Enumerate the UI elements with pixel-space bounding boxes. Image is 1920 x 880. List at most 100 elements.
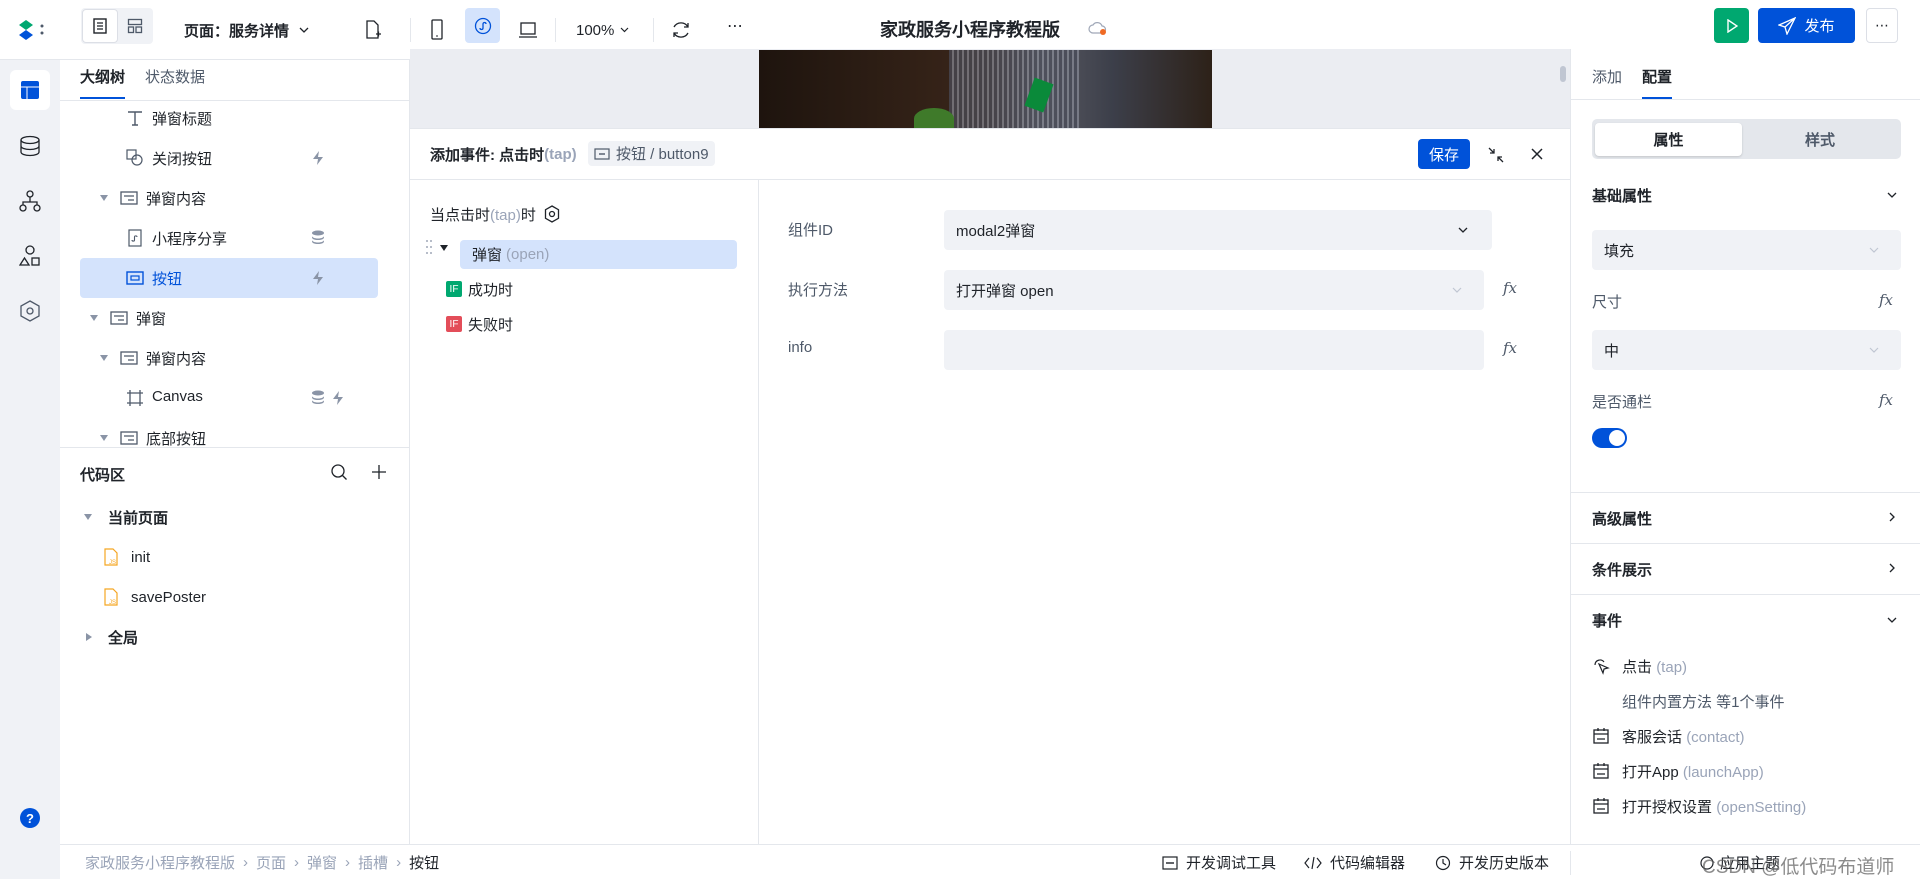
fill-type-select[interactable]: 填充: [1592, 230, 1901, 270]
tree-node[interactable]: 弹窗内容: [80, 338, 378, 378]
code-group-current-page[interactable]: 当前页面: [84, 497, 168, 537]
fx-button[interactable]: fx: [1503, 279, 1517, 297]
rail-components-button[interactable]: [19, 245, 41, 267]
event-title-suffix: (tap): [544, 145, 577, 163]
code-editor-tool[interactable]: 代码编辑器: [1304, 845, 1405, 880]
tree-node[interactable]: 弹窗内容: [80, 178, 378, 218]
fx-button[interactable]: fx: [1879, 391, 1893, 409]
breadcrumb-item[interactable]: 家政服务小程序教程版: [85, 852, 235, 873]
conditional-display-title[interactable]: 条件展示: [1592, 559, 1652, 580]
version-history-tool[interactable]: 开发历史版本: [1435, 845, 1549, 880]
fx-button[interactable]: fx: [1503, 339, 1517, 357]
breadcrumb-item[interactable]: 弹窗: [307, 852, 337, 873]
event-item[interactable]: 客服会话 (contact): [1592, 725, 1745, 747]
share-icon: [128, 229, 142, 247]
layout-view-button[interactable]: [118, 9, 152, 43]
more-tools-button[interactable]: ⋯: [727, 16, 743, 36]
segment-style[interactable]: 样式: [1742, 123, 1898, 156]
tree-node[interactable]: 关闭按钮: [80, 138, 378, 178]
chevron-down-icon: [620, 27, 629, 33]
if-success-icon: IF: [446, 281, 462, 297]
zoom-selector[interactable]: 100%: [576, 12, 629, 48]
tab-outline-tree[interactable]: 大纲树: [80, 66, 125, 87]
page-selector[interactable]: 页面：服务详情: [184, 12, 309, 48]
advanced-properties-title[interactable]: 高级属性: [1592, 508, 1652, 529]
chevron-right-icon[interactable]: [1889, 563, 1895, 573]
run-button[interactable]: [1714, 8, 1749, 43]
view-toggle: [81, 8, 153, 44]
history-icon: [1435, 855, 1451, 870]
expand-arrow-icon[interactable]: [100, 355, 108, 361]
tree-node[interactable]: 底部按钮: [80, 418, 378, 458]
code-group-global[interactable]: 全局: [86, 617, 138, 657]
chevron-right-icon[interactable]: [1889, 512, 1895, 522]
tree-node[interactable]: 弹窗: [80, 298, 378, 338]
breadcrumb-item[interactable]: 页面: [256, 852, 286, 873]
tree-node-label: 底部按钮: [146, 431, 207, 448]
close-button[interactable]: [1530, 147, 1544, 161]
refresh-button[interactable]: [670, 19, 692, 41]
code-area-title: 代码区: [80, 467, 126, 484]
dev-debug-tool[interactable]: 开发调试工具: [1162, 845, 1276, 880]
miniprogram-preview-button[interactable]: [465, 8, 500, 43]
chevron-down-icon[interactable]: [1887, 192, 1897, 198]
rail-settings-button[interactable]: [19, 300, 41, 322]
tap-event-summary[interactable]: 组件内置方法 等1个事件: [1622, 691, 1785, 712]
rail-flow-button[interactable]: [19, 190, 41, 212]
app-logo[interactable]: [16, 19, 48, 41]
code-file-init[interactable]: JS init: [103, 537, 150, 577]
collapse-button[interactable]: [1488, 147, 1504, 163]
code-file-saveposter[interactable]: JS savePoster: [103, 577, 206, 617]
expand-arrow-icon[interactable]: [440, 245, 448, 251]
canvas-scrollbar[interactable]: [1560, 66, 1566, 82]
breadcrumb-item[interactable]: 插槽: [358, 852, 388, 873]
publish-button[interactable]: 发布: [1758, 8, 1855, 43]
help-icon[interactable]: ?: [20, 808, 40, 828]
cloud-sync-status[interactable]: [1088, 20, 1108, 36]
size-select[interactable]: 中: [1592, 330, 1901, 370]
action-item-modal-open[interactable]: 弹窗 (open): [460, 240, 737, 269]
new-page-button[interactable]: [364, 20, 382, 40]
settings-icon[interactable]: [544, 205, 560, 223]
desktop-preview-button[interactable]: [518, 21, 538, 39]
chevron-down-icon[interactable]: [1887, 617, 1897, 623]
tool-label: 代码编辑器: [1330, 855, 1406, 872]
expand-arrow-icon[interactable]: [90, 315, 98, 321]
trigger-label: 当点击时: [430, 206, 491, 224]
code-add-button[interactable]: [371, 464, 387, 480]
fullwidth-toggle[interactable]: [1592, 428, 1627, 448]
method-select[interactable]: 打开弹窗 open: [944, 270, 1484, 310]
fail-branch[interactable]: IF 失败时: [446, 314, 513, 334]
event-item[interactable]: 打开App (launchApp): [1592, 760, 1764, 782]
tree-node[interactable]: 按钮: [80, 258, 378, 298]
tree-node[interactable]: Canvas: [80, 378, 378, 418]
code-search-button[interactable]: [330, 463, 348, 481]
drag-handle-icon[interactable]: [425, 239, 433, 255]
event-item[interactable]: 打开授权设置 (openSetting): [1592, 795, 1806, 817]
expand-arrow-icon[interactable]: [100, 195, 108, 201]
tree-node[interactable]: 小程序分享: [80, 218, 378, 258]
outline-view-button[interactable]: [82, 9, 118, 43]
text-icon: [128, 111, 142, 126]
fx-button[interactable]: fx: [1879, 291, 1893, 309]
info-input[interactable]: [944, 330, 1484, 370]
save-button[interactable]: 保存: [1418, 139, 1470, 169]
tab-config[interactable]: 配置: [1642, 66, 1672, 87]
expand-arrow-icon[interactable]: [100, 435, 108, 441]
segment-properties[interactable]: 属性: [1595, 122, 1742, 156]
more-button[interactable]: ⋯: [1866, 8, 1898, 43]
trigger-code: (tap): [490, 206, 521, 224]
rail-outline-button[interactable]: [10, 70, 50, 110]
canvas-area: [410, 49, 1570, 129]
success-branch[interactable]: IF 成功时: [446, 279, 513, 299]
mobile-preview-button[interactable]: [430, 19, 444, 41]
tab-state-data[interactable]: 状态数据: [145, 66, 205, 87]
chevron-down-icon: [299, 27, 309, 33]
breadcrumb-item[interactable]: 按钮: [409, 852, 439, 873]
rail-data-button[interactable]: [19, 135, 41, 157]
event-item[interactable]: 点击 (tap): [1592, 655, 1687, 677]
component-id-select[interactable]: modal2弹窗: [944, 210, 1492, 250]
tab-add[interactable]: 添加: [1592, 66, 1622, 87]
tree-node[interactable]: 弹窗标题: [80, 98, 378, 138]
database-icon: [20, 135, 40, 157]
